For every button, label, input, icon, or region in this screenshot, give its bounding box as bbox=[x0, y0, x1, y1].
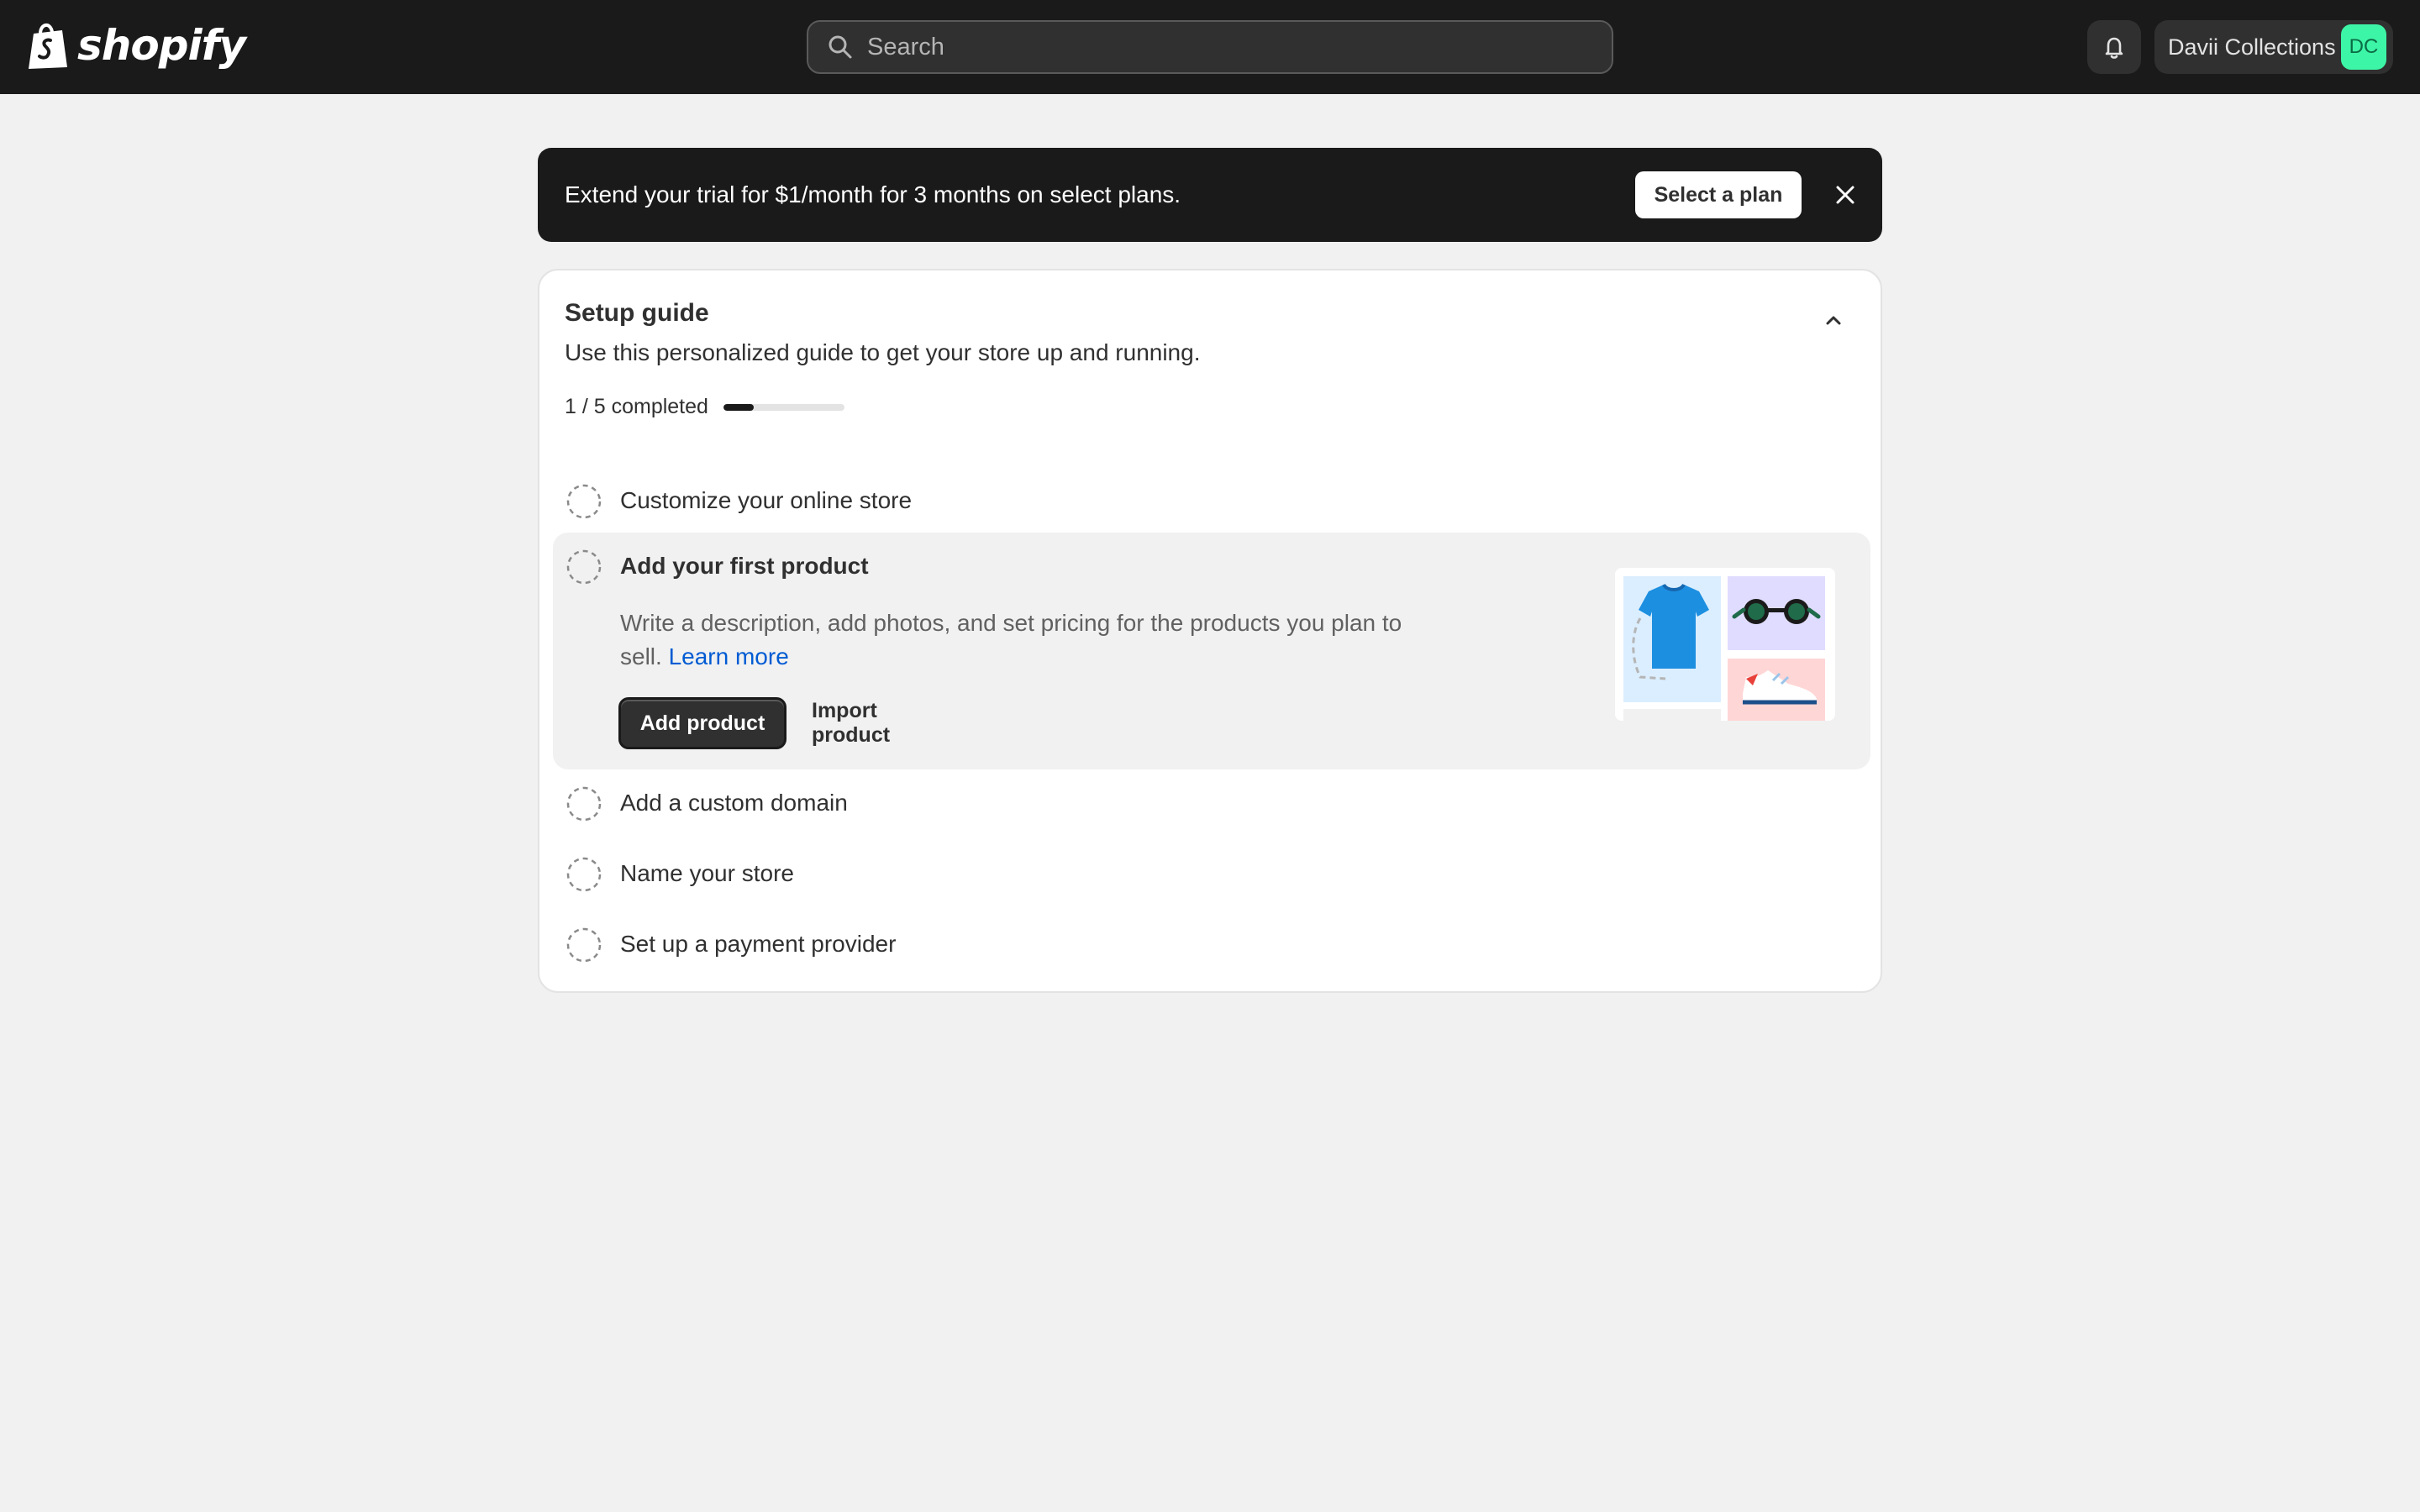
import-product-button[interactable]: Import product bbox=[812, 697, 956, 749]
select-plan-button[interactable]: Select a plan bbox=[1635, 171, 1802, 218]
task-label[interactable]: Add your first product bbox=[620, 553, 869, 580]
task-name-store[interactable]: Name your store bbox=[553, 843, 1870, 914]
task-description: Write a description, add photos, and set… bbox=[620, 606, 1444, 674]
collapse-guide-button[interactable] bbox=[1817, 304, 1850, 338]
logo-text: shopify bbox=[77, 21, 246, 70]
shopify-bag-icon bbox=[29, 24, 67, 69]
notifications-button[interactable] bbox=[2087, 20, 2141, 74]
search-placeholder: Search bbox=[867, 33, 944, 60]
shopify-logo[interactable]: shopify bbox=[25, 18, 246, 72]
task-label: Name your store bbox=[620, 860, 794, 886]
progress-text: 1 / 5 completed bbox=[565, 395, 708, 418]
dashed-circle-icon bbox=[566, 927, 602, 963]
setup-guide-subtitle: Use this personalized guide to get your … bbox=[565, 339, 1201, 365]
task-label: Customize your online store bbox=[620, 487, 913, 513]
setup-guide-title: Setup guide bbox=[565, 299, 709, 327]
dismiss-banner-button[interactable] bbox=[1828, 178, 1862, 212]
task-label: Set up a payment provider bbox=[620, 931, 897, 957]
close-icon bbox=[1836, 186, 1854, 204]
dashed-circle-icon bbox=[566, 786, 602, 822]
task-payment-provider[interactable]: Set up a payment provider bbox=[553, 914, 1870, 984]
avatar: DC bbox=[2341, 24, 2386, 70]
bell-icon bbox=[2105, 37, 2123, 59]
store-name: Davii Collections bbox=[2168, 34, 2336, 60]
top-bar: shopify Search Davii Collections DC bbox=[0, 0, 2420, 94]
task-label: Add a custom domain bbox=[620, 790, 848, 816]
chevron-up-icon bbox=[1826, 316, 1841, 325]
search-icon bbox=[829, 35, 852, 59]
task-add-product: Add your first product Write a descripti… bbox=[553, 533, 1870, 769]
products-illustration bbox=[1615, 568, 1835, 721]
dashed-circle-icon bbox=[566, 484, 602, 519]
progress-bar bbox=[723, 403, 844, 411]
search-bar[interactable]: Search bbox=[807, 20, 1613, 74]
setup-guide-card: Setup guide Use this personalized guide … bbox=[538, 269, 1882, 993]
dashed-circle-icon bbox=[566, 549, 602, 585]
add-product-button[interactable]: Add product bbox=[618, 697, 786, 749]
trial-banner: Extend your trial for $1/month for 3 mon… bbox=[538, 148, 1882, 242]
learn-more-link[interactable]: Learn more bbox=[669, 643, 789, 669]
banner-text: Extend your trial for $1/month for 3 mon… bbox=[565, 181, 1181, 207]
task-customize-store[interactable]: Customize your online store bbox=[553, 465, 1870, 536]
setup-progress: 1 / 5 completed bbox=[565, 395, 844, 419]
task-custom-domain[interactable]: Add a custom domain bbox=[553, 773, 1870, 843]
dashed-circle-icon bbox=[566, 857, 602, 892]
store-menu-button[interactable]: Davii Collections DC bbox=[2154, 20, 2393, 74]
progress-bar-fill bbox=[723, 403, 754, 411]
